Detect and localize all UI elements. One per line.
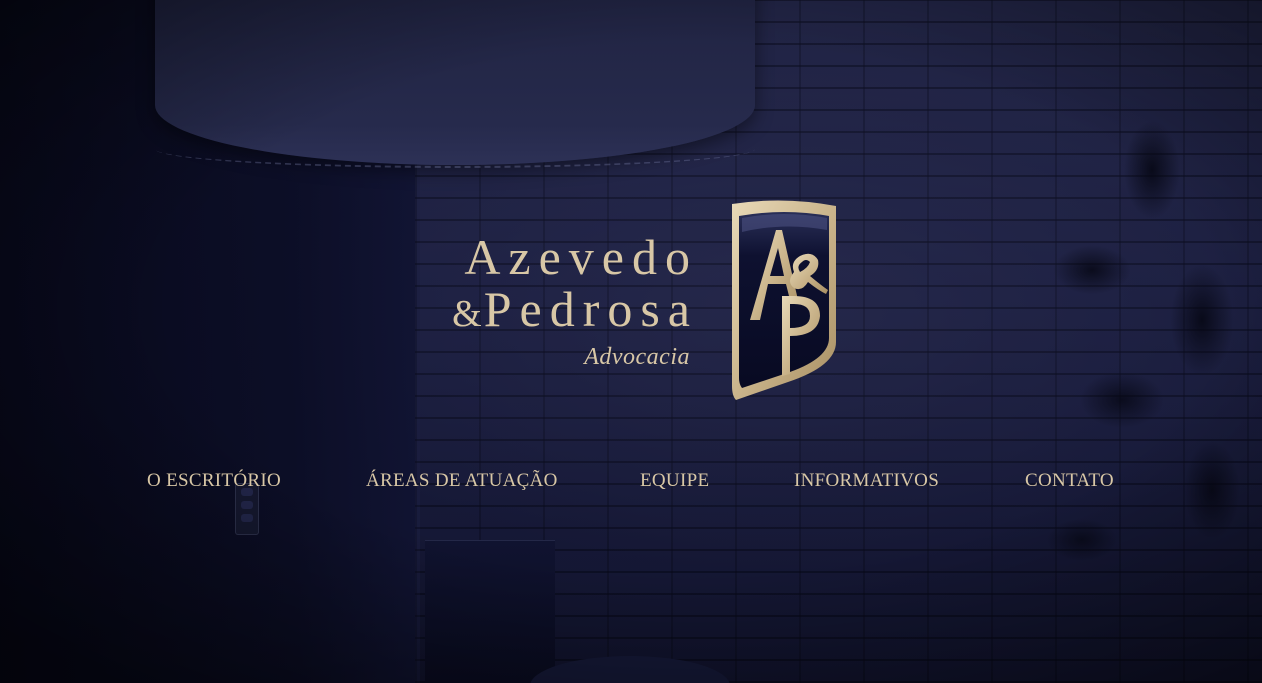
background-desk [425, 540, 555, 683]
hero-section: Azevedo &Pedrosa Advocacia O ESCRITÓRIO … [0, 0, 1262, 683]
background-plant [1002, 60, 1262, 620]
logo-wordmark: Azevedo &Pedrosa Advocacia [452, 231, 690, 372]
nav-item-o-escritorio[interactable]: O ESCRITÓRIO [147, 466, 281, 496]
nav-item-equipe[interactable]: EQUIPE [640, 466, 709, 496]
nav-item-contato[interactable]: CONTATO [1025, 466, 1114, 496]
nav-item-informativos[interactable]: INFORMATIVOS [794, 466, 939, 496]
ap-shield-emblem-icon [732, 200, 836, 400]
background-lamp-rim [155, 130, 755, 168]
logo-line-pedrosa: &Pedrosa [452, 283, 698, 340]
logo-line-advocacia: Advocacia [584, 344, 690, 370]
site-logo[interactable]: Azevedo &Pedrosa Advocacia [420, 195, 850, 405]
logo-pedrosa-text: Pedrosa [483, 281, 698, 337]
logo-line-azevedo: Azevedo [464, 229, 698, 285]
main-navigation: O ESCRITÓRIO ÁREAS DE ATUAÇÃO EQUIPE INF… [0, 466, 1262, 498]
logo-ampersand: & [452, 293, 482, 335]
nav-item-areas-de-atuacao[interactable]: ÁREAS DE ATUAÇÃO [366, 466, 558, 496]
